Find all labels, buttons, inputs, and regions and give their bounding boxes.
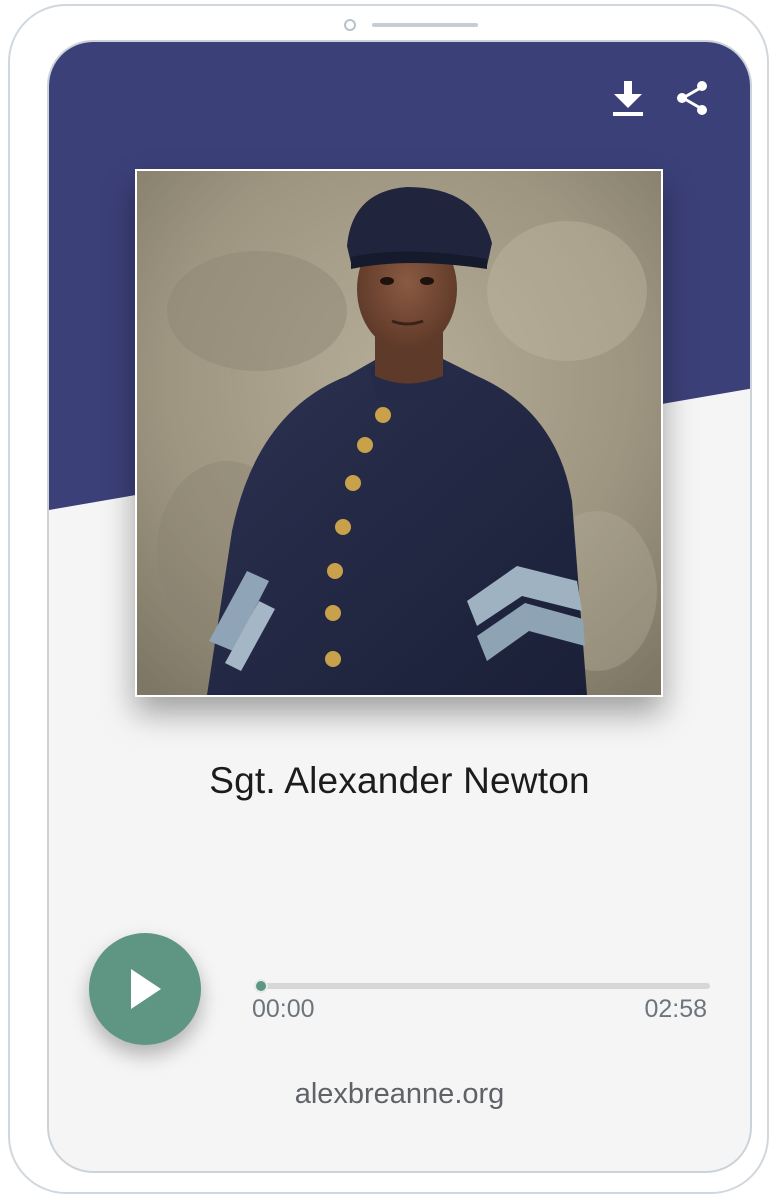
device-frame: Sgt. Alexander Newton 00:00 02:58 alexbr… [8,4,769,1194]
player-screen: Sgt. Alexander Newton 00:00 02:58 alexbr… [47,40,752,1173]
album-cover-portrait [135,169,663,697]
speaker-grille [372,23,478,27]
camera-icon [344,19,356,31]
footer-link[interactable]: alexbreanne.org [49,1078,750,1111]
download-icon [613,81,643,116]
header-actions [608,76,712,120]
play-button[interactable] [89,933,201,1045]
progress-bar[interactable] [254,979,710,993]
track-title: Sgt. Alexander Newton [209,760,590,801]
share-icon [677,81,707,115]
duration-time: 02:58 [644,995,707,1023]
progress-track [254,983,710,989]
progress-handle[interactable] [254,979,268,993]
current-time: 00:00 [252,995,315,1023]
download-button[interactable] [608,76,648,120]
share-button[interactable] [672,76,712,120]
play-icon [131,969,161,1009]
